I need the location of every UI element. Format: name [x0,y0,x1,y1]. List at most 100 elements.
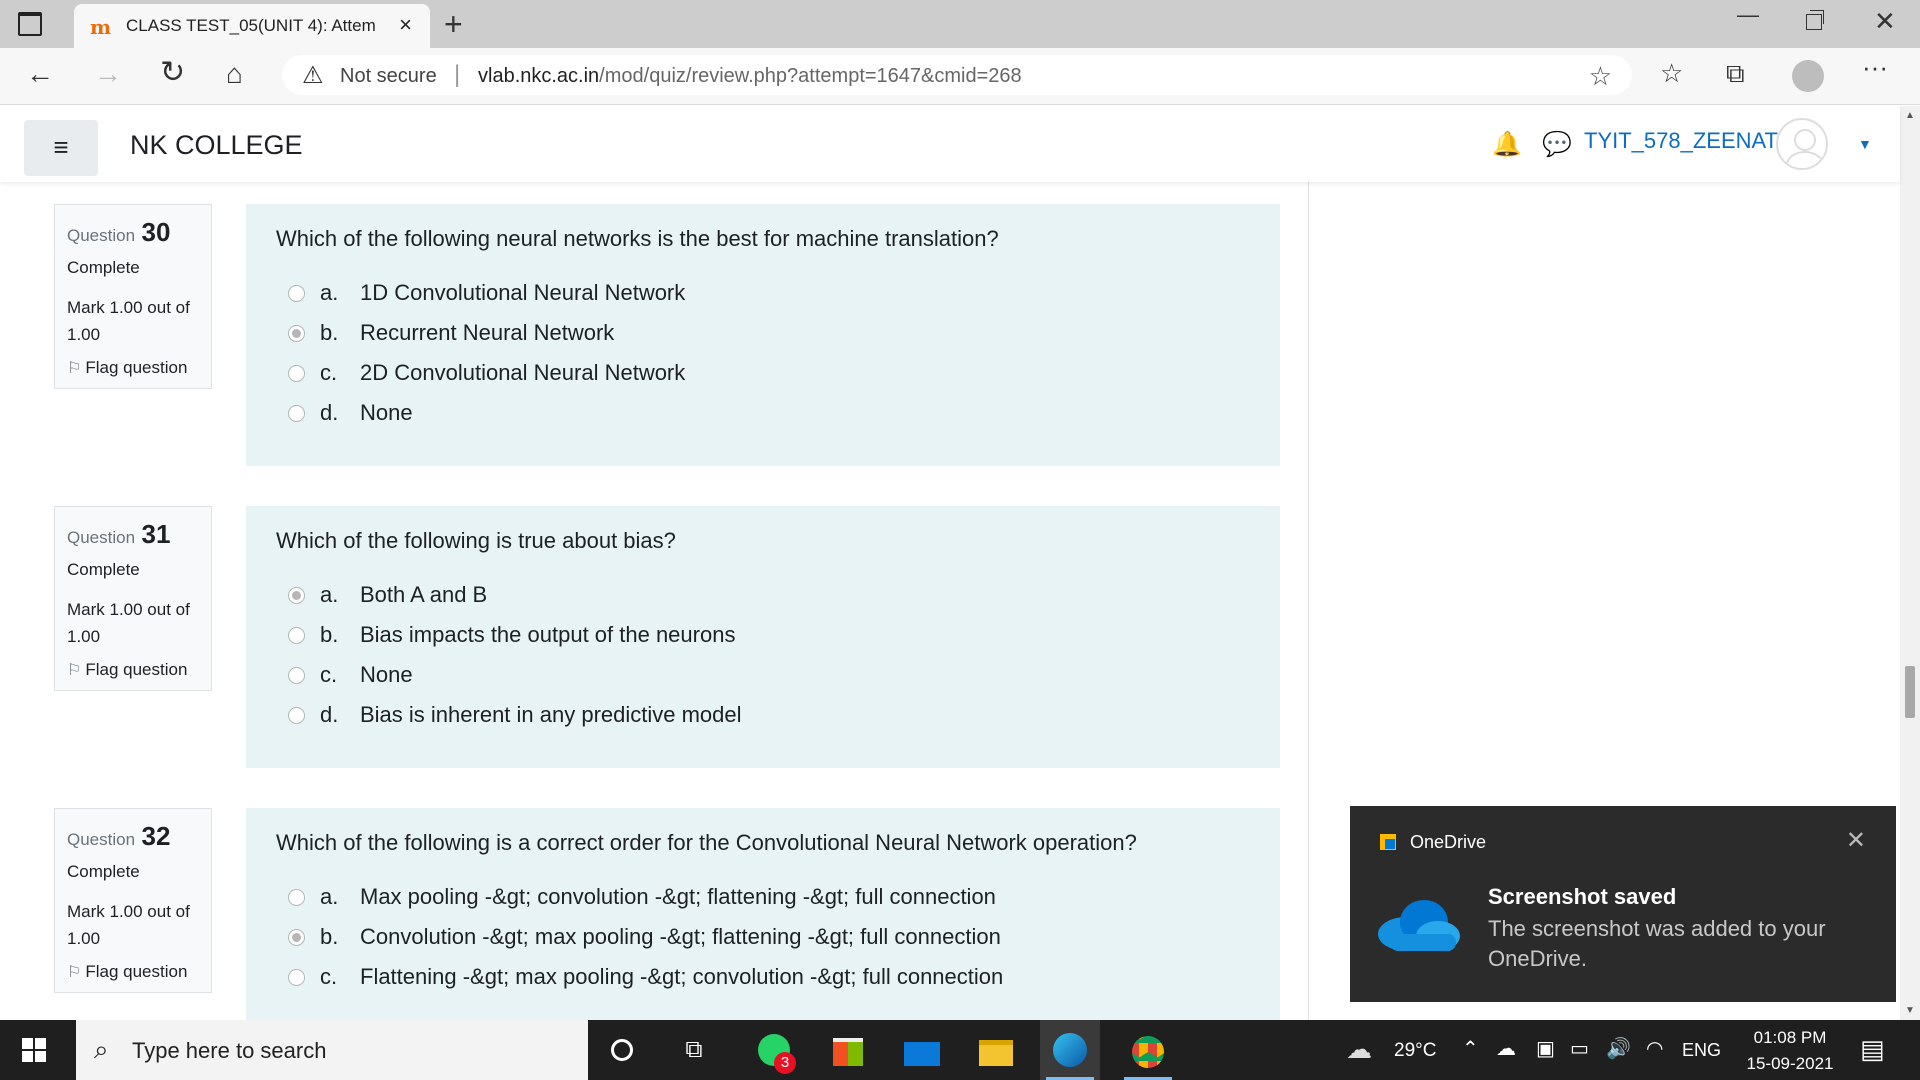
answer-option: d. None [276,398,1250,438]
page-scrollbar[interactable]: ▲ ▼ [1900,106,1920,1020]
minimize-button[interactable]: — [1737,2,1759,28]
question-grade: Mark 1.00 out of 1.00 [67,902,190,948]
answer-text: 2D Convolutional Neural Network [360,360,686,385]
answer-option: d. Bias is inherent in any predictive mod… [276,700,1250,740]
onedrive-tray-icon[interactable]: ☁ [1496,1036,1516,1061]
temperature[interactable]: 29°C [1394,1040,1436,1062]
microsoft-store-icon[interactable] [818,1030,878,1080]
messages-icon[interactable]: 💬 [1542,130,1572,159]
back-button[interactable]: ← [26,58,54,90]
collections-icon[interactable]: ⧉ [1726,58,1745,90]
file-explorer-icon[interactable] [966,1030,1026,1080]
add-favorite-icon[interactable]: ☆ [1589,61,1612,92]
weather-cloud-icon[interactable]: ☁ [1346,1034,1372,1065]
answer-letter: c. [320,662,338,687]
answer-letter: b. [320,924,339,949]
answer-letter: b. [320,622,339,647]
scrollbar-thumb[interactable] [1905,666,1915,718]
tab-close-icon[interactable]: × [399,12,412,38]
answer-radio[interactable] [288,325,305,342]
answer-radio[interactable] [288,929,305,946]
question-info-32: Question 32 Complete Mark 1.00 out of 1.… [54,808,212,993]
flag-question-link[interactable]: ⚐ Flag question [67,358,199,378]
reload-button[interactable]: ↻ [160,55,185,90]
answer-text: Max pooling -&gt; convolution -&gt; flat… [360,884,996,909]
task-view-icon[interactable]: ⧉ [664,1030,724,1080]
site-name[interactable]: NK COLLEGE [130,130,303,161]
question-content-30: Which of the following neural networks i… [246,204,1280,466]
action-center-icon[interactable]: ▤ [1860,1034,1885,1065]
clock-time[interactable]: 01:08 PM [1742,1028,1838,1048]
edge-icon[interactable] [1040,1020,1100,1080]
forward-button[interactable]: → [94,58,122,90]
browser-tab[interactable]: m CLASS TEST_05(UNIT 4): Attempt × [74,4,430,48]
window-close-button[interactable]: ✕ [1874,6,1896,37]
windows-start-icon[interactable] [22,1038,46,1062]
more-options-icon[interactable]: ··· [1862,52,1888,83]
answer-radio[interactable] [288,587,305,604]
home-button[interactable]: ⌂ [226,58,243,90]
question-content-31: Which of the following is true about bia… [246,506,1280,768]
answer-radio[interactable] [288,405,305,422]
url-host: vlab.nkc.ac.in [478,65,600,87]
flag-question-link[interactable]: ⚐ Flag question [67,660,199,680]
scroll-up-arrow-icon[interactable]: ▲ [1905,110,1915,121]
question-grade: Mark 1.00 out of 1.00 [67,600,190,646]
question-label: Question [67,226,136,245]
answer-text: Bias is inherent in any predictive model [360,702,742,727]
answer-option: b. Recurrent Neural Network [276,318,1250,358]
question-text: Which of the following is true about bia… [276,528,676,553]
answer-radio[interactable] [288,285,305,302]
answer-letter: a. [320,582,339,607]
notifications-bell-icon[interactable]: 🔔 [1492,130,1522,159]
answer-letter: c. [320,360,338,385]
answer-radio[interactable] [288,667,305,684]
warning-icon[interactable]: ⚠ [302,61,324,90]
avatar[interactable] [1776,118,1828,170]
answer-text: Both A and B [360,582,488,607]
flag-question-label: Flag question [85,962,188,981]
answer-option: a. Both A and B [276,580,1250,620]
tab-actions-icon[interactable] [18,12,42,36]
answer-radio[interactable] [288,889,305,906]
whatsapp-icon[interactable]: 3 [744,1030,804,1080]
toast-app-name: OneDrive [1410,832,1487,852]
flag-icon: ⚐ [67,662,82,679]
url-text[interactable]: vlab.nkc.ac.in/mod/quiz/review.php?attem… [478,65,1022,88]
answer-option: b. Bias impacts the output of the neurons [276,620,1250,660]
answer-radio[interactable] [288,969,305,986]
battery-icon[interactable]: ▭ [1570,1036,1589,1061]
browser-toolbar: ← → ↻ ⌂ ⚠ Not secure | vlab.nkc.ac.in/mo… [0,48,1920,105]
tray-chevron-up-icon[interactable]: ⌃ [1462,1036,1479,1061]
new-tab-button[interactable]: + [444,6,463,43]
chrome-icon[interactable] [1118,1030,1178,1080]
chevron-down-icon[interactable]: ▼ [1858,136,1872,152]
hamburger-icon: ≡ [53,132,69,162]
address-bar[interactable]: ⚠ Not secure | vlab.nkc.ac.in/mod/quiz/r… [282,55,1632,95]
onedrive-notification[interactable]: OneDrive ✕ Screenshot saved The screensh… [1350,806,1896,1002]
volume-icon[interactable]: 🔊 [1606,1036,1631,1061]
toast-message: The screenshot was added to your OneDriv… [1488,916,1826,971]
meet-now-icon[interactable]: ▣ [1536,1036,1555,1061]
language-indicator[interactable]: ENG [1682,1040,1721,1061]
restore-button[interactable] [1806,10,1824,30]
security-label[interactable]: Not secure [340,65,437,88]
taskbar-search-box[interactable]: ⌕ Type here to search [76,1020,588,1080]
onedrive-cloud-icon [1378,900,1460,951]
question-number: 32 [141,821,171,851]
toast-close-icon[interactable]: ✕ [1846,826,1866,855]
favorites-icon[interactable]: ☆ [1660,58,1683,89]
clock-date[interactable]: 15-09-2021 [1742,1054,1838,1074]
answer-radio[interactable] [288,707,305,724]
answer-option: a. Max pooling -&gt; convolution -&gt; fl… [276,882,1250,922]
answer-radio[interactable] [288,627,305,644]
user-menu-name[interactable]: TYIT_578_ZEENAT . [1584,128,1790,154]
scroll-down-arrow-icon[interactable]: ▼ [1905,1005,1915,1016]
drawer-toggle-button[interactable]: ≡ [24,120,98,176]
wifi-icon[interactable]: ◠ [1646,1036,1663,1061]
answer-radio[interactable] [288,365,305,382]
flag-question-link[interactable]: ⚐ Flag question [67,962,199,982]
cortana-icon[interactable] [592,1030,652,1080]
mail-icon[interactable] [892,1030,952,1080]
profile-icon[interactable] [1792,60,1824,92]
